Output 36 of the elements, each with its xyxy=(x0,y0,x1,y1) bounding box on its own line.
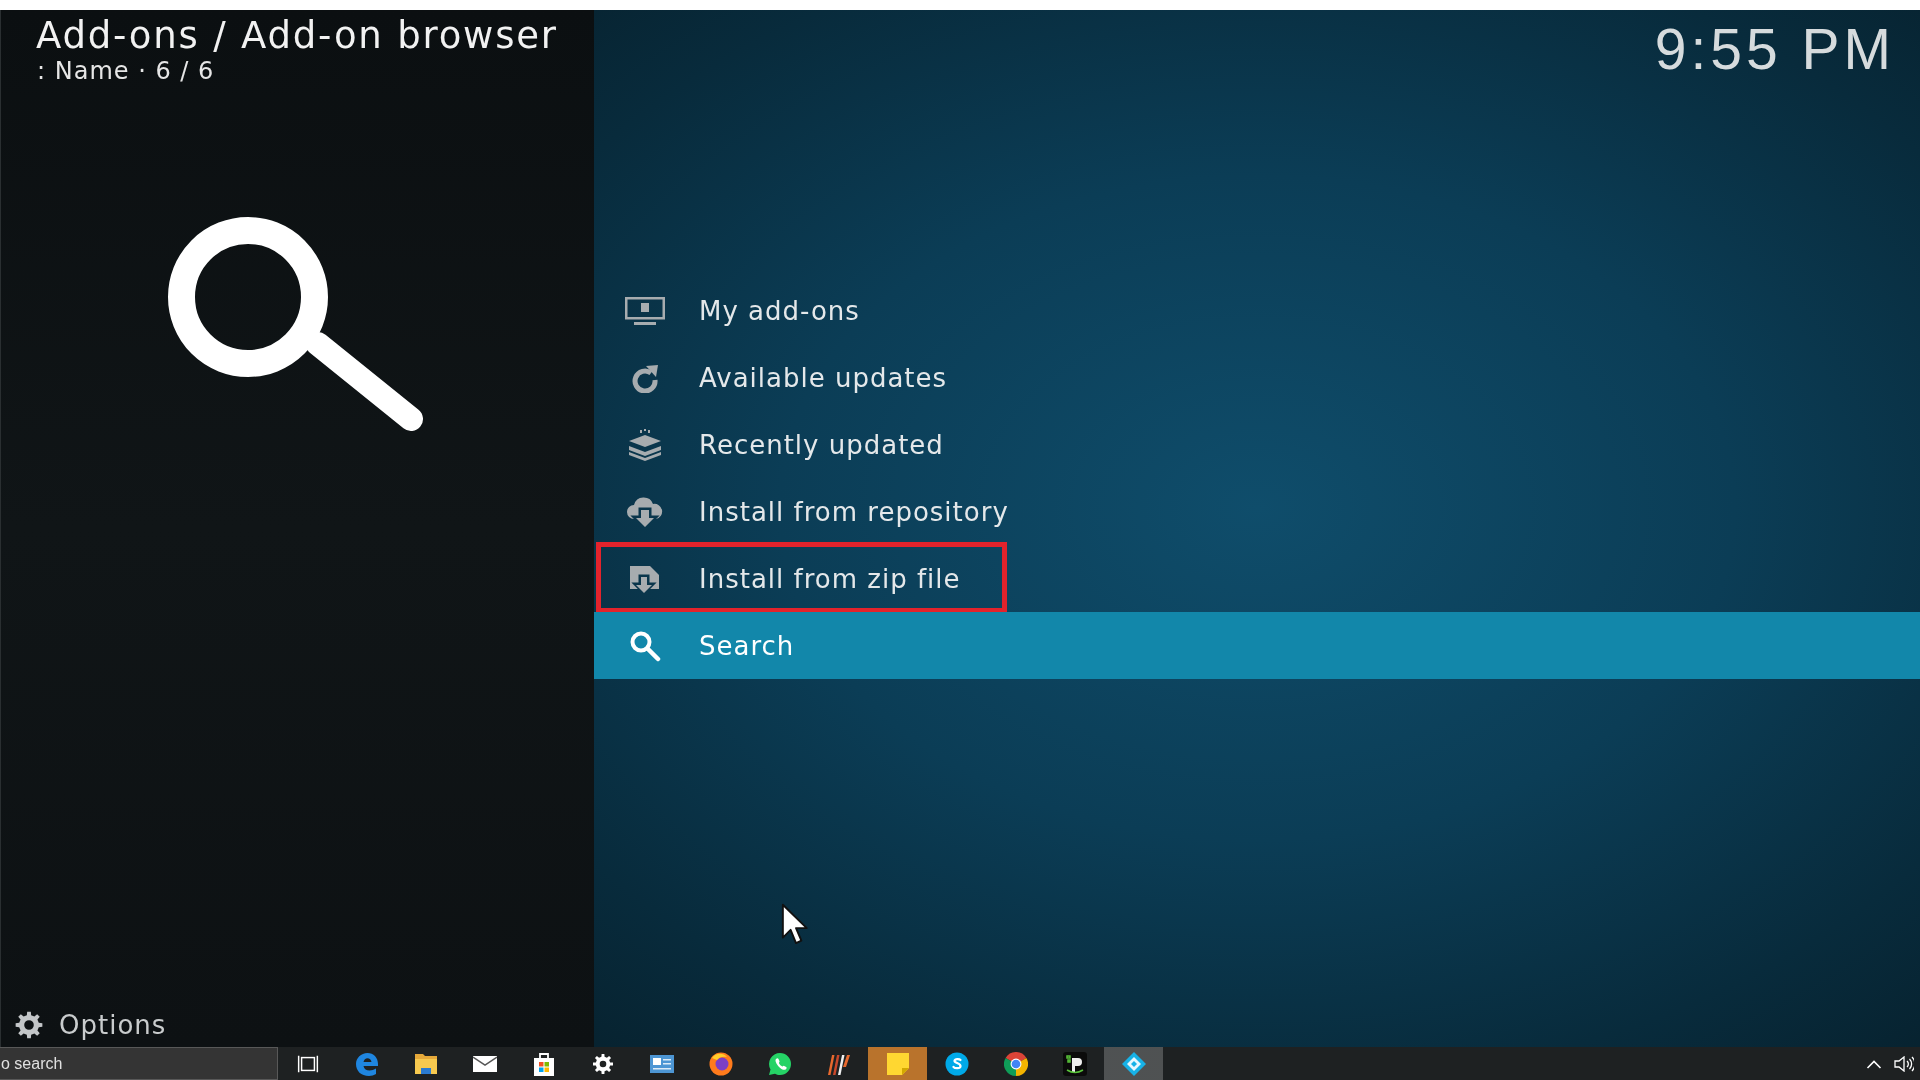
options-button[interactable]: Options xyxy=(15,1009,167,1041)
breadcrumb-title: Add-ons / Add-on browser xyxy=(35,13,558,57)
shopping-bag-icon xyxy=(532,1051,555,1076)
open-box-icon xyxy=(627,428,663,461)
search-icon xyxy=(168,216,424,432)
search-field[interactable]: o search xyxy=(0,1047,278,1080)
envelope-icon xyxy=(472,1055,497,1072)
menu-item[interactable]: Install from repository xyxy=(594,478,1920,545)
refresh-icon xyxy=(630,362,660,393)
news-icon xyxy=(649,1054,674,1073)
folder-icon xyxy=(413,1052,438,1075)
menu-item[interactable]: Search xyxy=(594,612,1920,679)
menu-item[interactable]: Available updates xyxy=(594,344,1920,411)
search-icon xyxy=(629,629,661,662)
chevron-up-icon xyxy=(1866,1058,1882,1069)
sticky-note-icon xyxy=(886,1052,909,1075)
menu-item[interactable]: My add-ons xyxy=(594,277,1920,344)
sort-info: : Name · 6 / 6 xyxy=(36,57,215,85)
file-download-icon xyxy=(628,563,662,594)
settings-icon xyxy=(591,1052,614,1075)
settings-icon xyxy=(15,1011,43,1039)
menu-item[interactable]: Recently updated xyxy=(594,411,1920,478)
monitor-icon xyxy=(625,296,665,325)
pointer-icon xyxy=(781,903,811,946)
taskbar-button[interactable] xyxy=(1104,1047,1163,1080)
flame-globe-icon xyxy=(708,1051,733,1076)
cloud-download-icon xyxy=(626,496,664,527)
swirl-logo-icon xyxy=(354,1051,379,1076)
stripes-logo-icon xyxy=(826,1052,851,1075)
phone-bubble-icon xyxy=(767,1051,792,1076)
bubble-logo-icon xyxy=(944,1051,969,1076)
clock: 9:55 PM xyxy=(1654,16,1896,80)
ring-logo-icon xyxy=(1003,1051,1028,1076)
app-tile-icon xyxy=(1062,1051,1087,1076)
diamond-logo-icon xyxy=(1121,1051,1146,1076)
speaker-icon xyxy=(1894,1055,1914,1072)
